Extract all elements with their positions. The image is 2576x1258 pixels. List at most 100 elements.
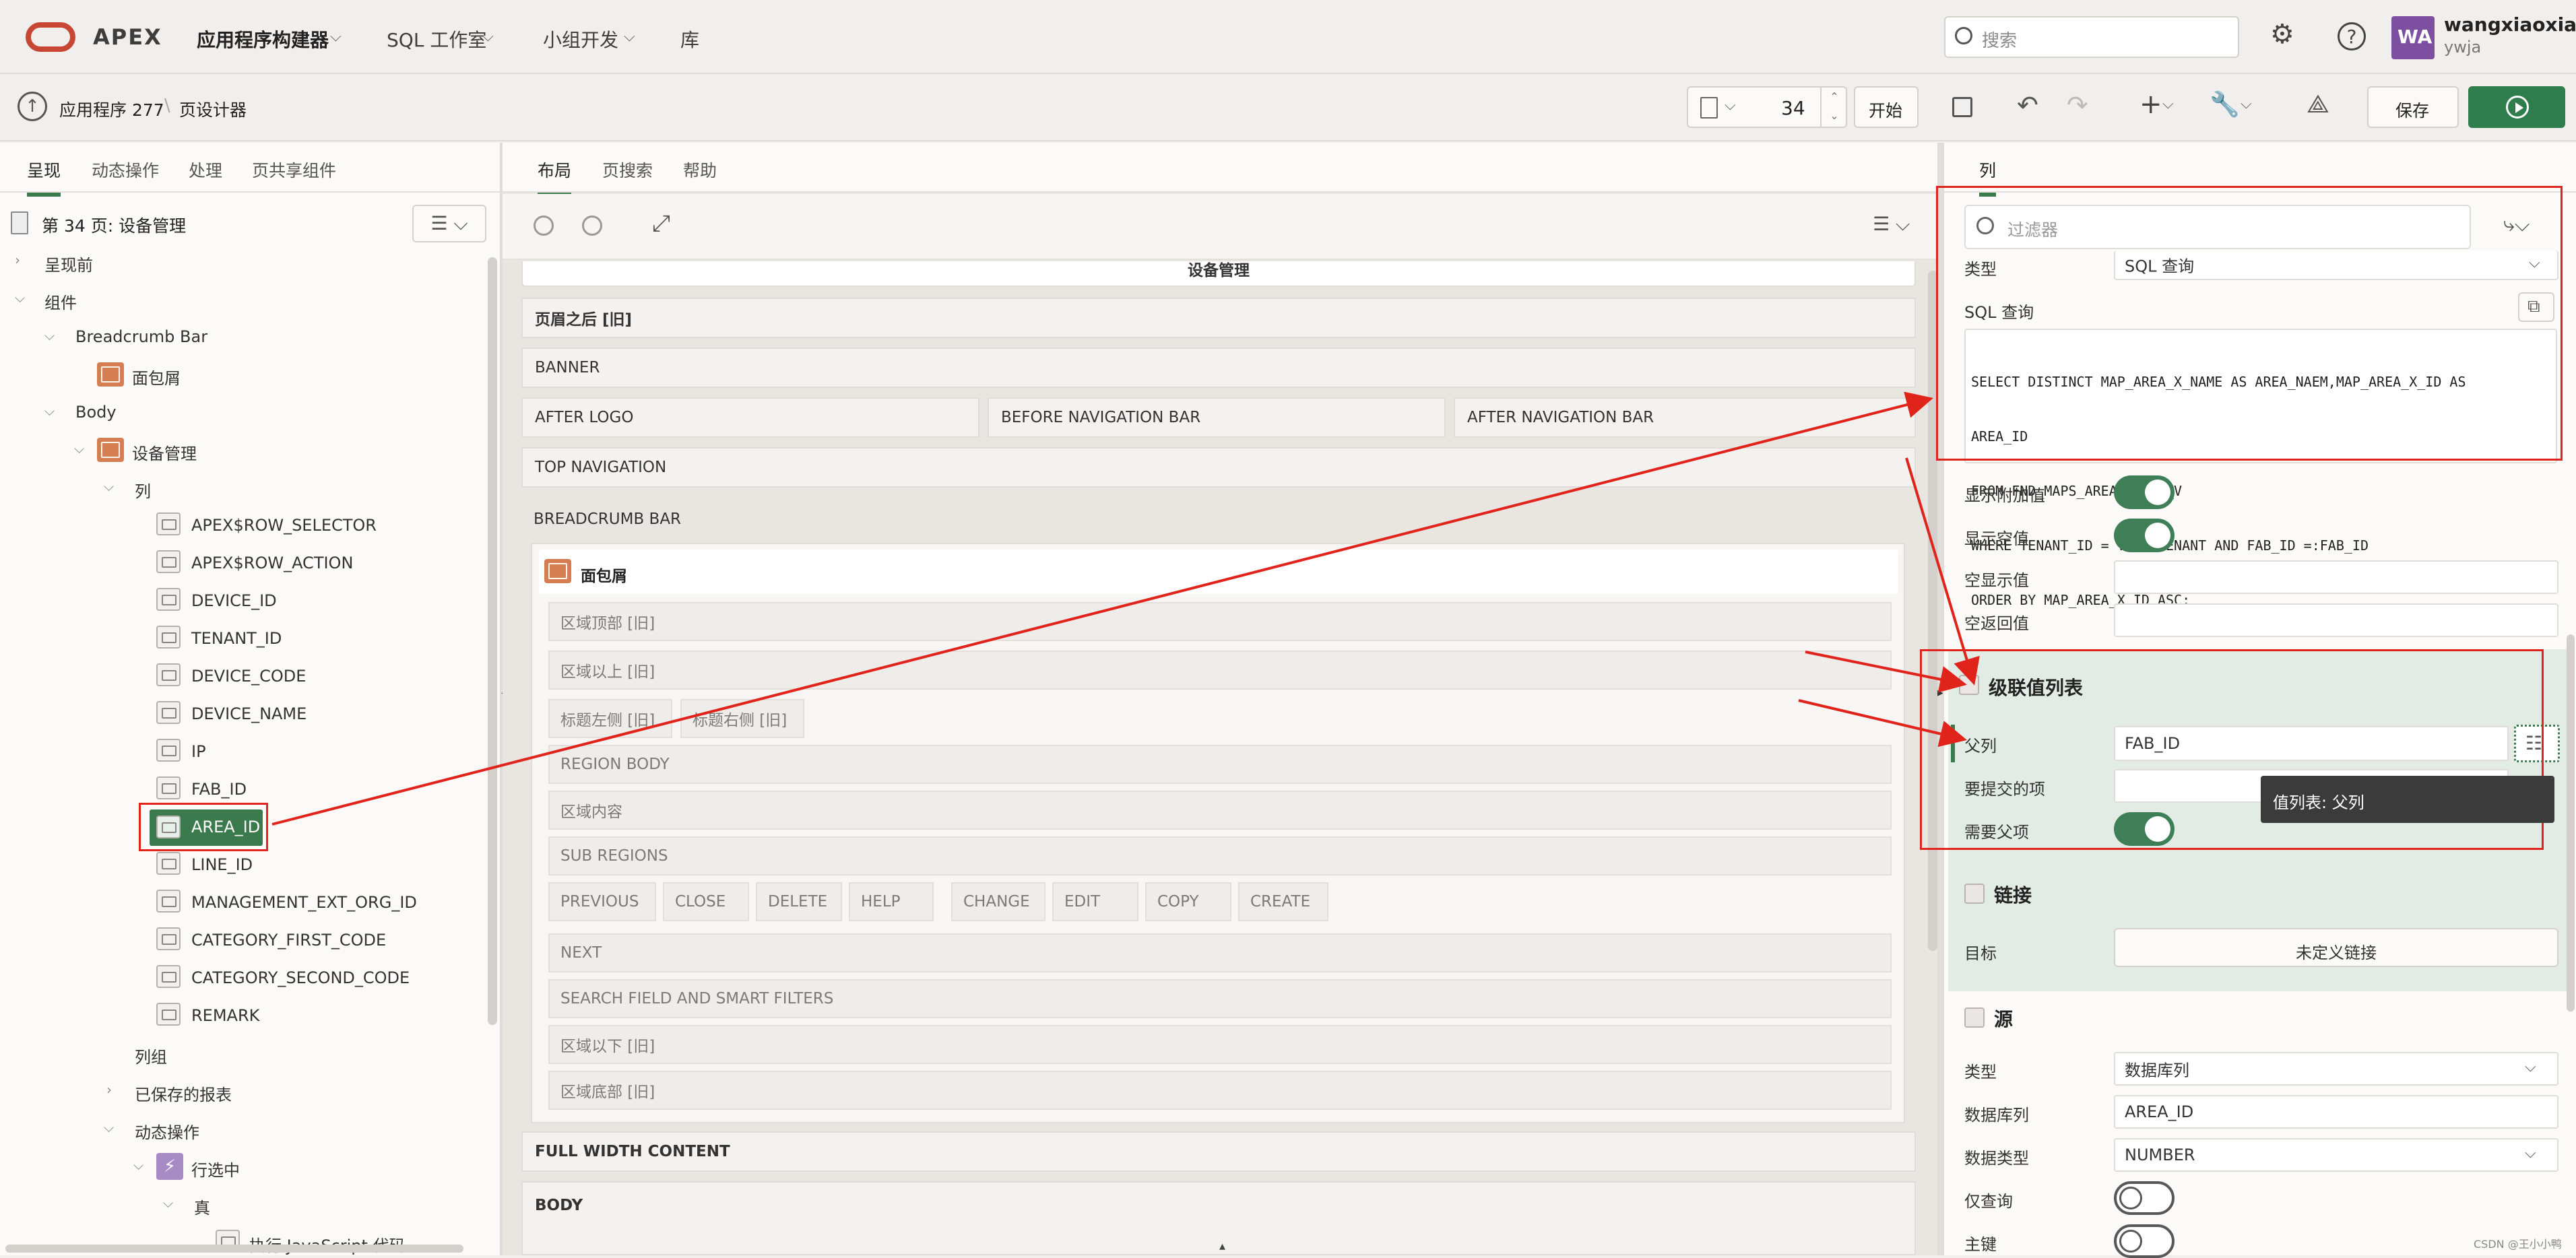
tab-page-search[interactable]: 页搜索 [602,158,653,182]
tree-dynamic-actions[interactable]: 动态操作 [135,1119,199,1143]
slot-title-right[interactable]: 标题右侧 [旧] [680,699,804,738]
left-scrollbar[interactable] [488,257,497,1025]
admin-icon[interactable]: ⚙ [2270,19,2294,50]
tree-column-item[interactable]: TENANT_ID [191,629,282,648]
tree-before-header[interactable]: 呈现前 [44,252,93,275]
slot-next[interactable]: NEXT [548,933,1892,972]
slot-button-create[interactable]: CREATE [1238,882,1328,921]
user-name[interactable]: wangxiaoxian [2444,13,2576,36]
tree-column-groups[interactable]: 列组 [135,1044,167,1067]
link-section-title[interactable]: 链接 [1994,881,2032,908]
lock-icon[interactable] [1952,97,1972,117]
page-stepper[interactable]: ⌃ ⌄ [1820,88,1847,127]
page-selector[interactable]: ⌵ 34 ⌃ ⌄ [1687,86,1847,128]
source-collapse-icon[interactable] [1964,1007,1985,1028]
tree-breadcrumb-bar[interactable]: Breadcrumb Bar [75,327,207,346]
tree-column-item[interactable]: LINE_ID [191,855,253,874]
oracle-logo-icon[interactable] [26,22,75,52]
tree-column-item[interactable]: MANAGEMENT_EXT_ORG_ID [191,893,417,912]
slot-title-left[interactable]: 标题左侧 [旧] [548,699,672,738]
layout-menu-icon[interactable]: ☰ ⌵ [1873,213,1910,236]
collapse-icon[interactable]: ⌵ [133,1157,143,1173]
collapse-icon[interactable]: ⌵ [15,290,25,306]
nav-sql-workshop[interactable]: SQL 工作室 [387,26,486,53]
help-icon[interactable]: ? [2338,22,2366,51]
collapse-icon[interactable]: ⌵ [104,1119,114,1135]
save-button[interactable]: 保存 [2367,86,2459,128]
slot-button-close[interactable]: CLOSE [663,882,749,921]
page-title[interactable]: 第 34 页: 设备管理 [42,213,186,237]
slot-after-logo[interactable]: AFTER LOGO [521,397,979,438]
tree-saved-reports[interactable]: 已保存的报表 [135,1082,232,1105]
tree-column-item[interactable]: DEVICE_CODE [191,667,306,686]
slot-button-help[interactable]: HELP [849,882,934,921]
slot-before-nav-bar[interactable]: BEFORE NAVIGATION BAR [988,397,1446,438]
slot-button-previous[interactable]: PREVIOUS [548,882,656,921]
tree-column-item[interactable]: CATEGORY_SECOND_CODE [191,968,410,987]
breadcrumb-region-box[interactable]: 面包屑 区域顶部 [旧] 区域以上 [旧] 标题左侧 [旧] 标题右侧 [旧] … [531,543,1905,1123]
breadcrumb-region-header[interactable]: 面包屑 [539,550,1898,594]
tab-processing[interactable]: 处理 [189,158,222,182]
slot-body[interactable]: BODY [521,1181,1916,1255]
query-only-toggle[interactable] [2114,1181,2175,1215]
tree-column-item[interactable]: DEVICE_NAME [191,704,307,723]
tree-column-item[interactable]: DEVICE_ID [191,591,277,610]
tab-dynamic-actions[interactable]: 动态操作 [92,158,159,182]
nav-gallery[interactable]: 库 [680,26,699,53]
tab-column[interactable]: 列 [1979,158,1997,197]
slot-above-region[interactable]: 区域以上 [旧] [548,651,1892,690]
tab-rendering[interactable]: 呈现 [27,158,61,197]
tree-menu-button[interactable]: ☰ ⌵ [412,205,486,242]
slot-button-change[interactable]: CHANGE [951,882,1045,921]
zoom-in-icon[interactable] [582,216,602,236]
collapse-icon[interactable]: ⌵ [74,440,84,457]
slot-region-body[interactable]: REGION BODY [548,745,1892,784]
expand-icon[interactable]: › [106,1082,112,1098]
primary-key-toggle[interactable] [2114,1224,2175,1258]
wrench-icon[interactable]: 🔧 [2210,90,2240,119]
add-icon[interactable]: + [2139,89,2162,120]
tree-region-device-mgmt[interactable]: 设备管理 [132,440,197,464]
slot-after-header[interactable]: 页眉之后 [旧] [521,298,1916,338]
shared-components-icon[interactable]: ⟁ [2307,89,2329,119]
slot-banner[interactable]: BANNER [521,347,1916,388]
show-null-toggle[interactable] [2114,519,2175,552]
tree-column-item[interactable]: REMARK [191,1006,259,1025]
slot-full-width[interactable]: FULL WIDTH CONTENT [521,1131,1916,1172]
breadcrumb-app[interactable]: 应用程序 277 [59,97,164,121]
tree-column-item[interactable]: IP [191,742,206,761]
slot-below-region[interactable]: 区域以下 [旧] [548,1025,1892,1064]
show-extra-toggle[interactable] [2114,475,2175,509]
tree-columns[interactable]: 列 [135,478,151,502]
db-column-input[interactable]: AREA_ID [2114,1095,2558,1129]
slot-sub-regions[interactable]: SUB REGIONS [548,836,1892,875]
tree-da-true[interactable]: 真 [194,1195,210,1218]
slot-button-copy[interactable]: COPY [1145,882,1231,921]
slot-button-delete[interactable]: DELETE [756,882,842,921]
tab-layout[interactable]: 布局 [538,158,572,197]
slot-search-field[interactable]: SEARCH FIELD AND SMART FILTERS [548,979,1892,1018]
null-return-input[interactable] [2114,603,2558,637]
target-link-button[interactable]: 未定义链接 [2114,928,2558,967]
collapse-bottom-icon[interactable]: ▴ [1219,1239,1225,1253]
collapse-icon[interactable]: ⌵ [44,327,55,343]
expand-icon[interactable]: ⤢ [652,210,670,237]
tree-body[interactable]: Body [75,403,117,422]
slot-after-nav-bar[interactable]: AFTER NAVIGATION BAR [1454,397,1916,438]
page-number[interactable]: 34 [1781,97,1805,119]
tree-column-item[interactable]: APEX$ROW_SELECTOR [191,516,377,535]
avatar[interactable]: WA [2391,16,2435,59]
collapse-icon[interactable]: ⌵ [163,1195,173,1211]
left-h-scrollbar[interactable] [5,1245,463,1253]
tree-column-item[interactable]: CATEGORY_FIRST_CODE [191,931,386,950]
zoom-out-icon[interactable] [534,216,554,236]
tab-help[interactable]: 帮助 [683,158,717,182]
tree-column-item[interactable]: APEX$ROW_ACTION [191,554,353,572]
tree-da-event[interactable]: 行选中 [191,1157,240,1181]
right-scrollbar[interactable] [2567,634,2575,1012]
tree-breadcrumb-region[interactable]: 面包屑 [132,365,181,389]
collapse-icon[interactable]: ⌵ [44,403,55,419]
null-display-input[interactable] [2114,560,2558,594]
nav-app-builder[interactable]: 应用程序构建器 [197,26,329,53]
expand-icon[interactable]: › [15,252,20,268]
